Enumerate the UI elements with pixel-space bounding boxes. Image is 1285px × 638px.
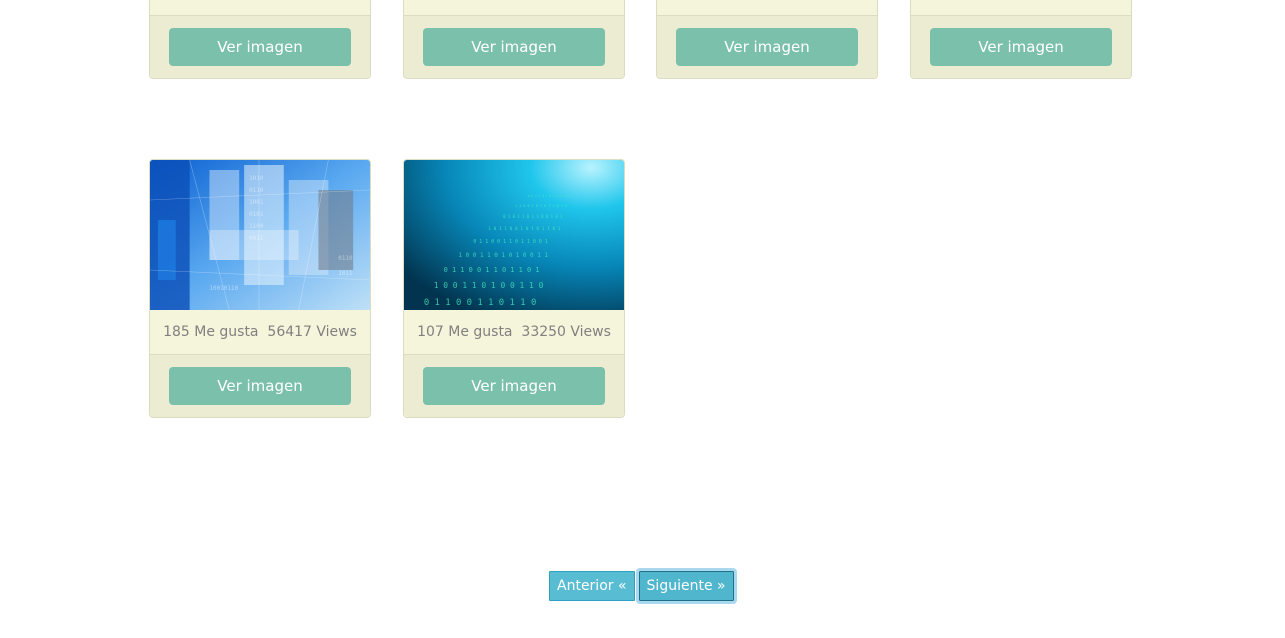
svg-text:1 0 0 1 1 0 1 0 0 1 1 0: 1 0 0 1 1 0 1 0 0 1 1 0: [434, 281, 544, 290]
view-image-button[interactable]: Ver imagen: [930, 28, 1112, 66]
svg-text:10010110: 10010110: [209, 285, 238, 292]
image-stats: 185 Me gusta 56417 Views: [150, 310, 370, 355]
pagination: Anterior « Siguiente »: [549, 568, 737, 604]
svg-text:0 0 1 1 0 1 0 1 0 1 1 0 0: 0 0 1 1 0 1 0 1 0 1 1 0 0: [528, 194, 573, 198]
card-footer: Ver imagen: [150, 16, 370, 78]
image-stats: 55 Me gusta 38157 Views: [404, 0, 624, 16]
view-image-button[interactable]: Ver imagen: [169, 367, 351, 405]
image-card: 216 Me gusta 75209 Views Ver imagen: [656, 0, 878, 79]
image-stats: 76 Me gusta 25030 Views: [911, 0, 1131, 16]
gallery-page: 71 Me gusta 28338 Views Ver imagen 55 Me…: [0, 0, 1285, 638]
image-stats: 107 Me gusta 33250 Views: [404, 310, 624, 355]
view-image-button[interactable]: Ver imagen: [423, 367, 605, 405]
svg-text:1100: 1100: [249, 223, 264, 230]
next-page-button[interactable]: Siguiente »: [635, 568, 737, 604]
image-stats: 216 Me gusta 75209 Views: [657, 0, 877, 16]
image-card: 76 Me gusta 25030 Views Ver imagen: [910, 0, 1132, 79]
svg-text:0110: 0110: [249, 187, 264, 194]
svg-text:1 1 0 0 1 0 1 0 1 1 0 1 0: 1 1 0 0 1 0 1 0 1 1 0 1 0: [515, 204, 567, 208]
svg-text:0110: 0110: [338, 255, 353, 262]
svg-text:1010: 1010: [249, 175, 264, 182]
svg-text:1011: 1011: [338, 270, 353, 277]
image-card: 1010 0110 1001 0101 1100 0011 0110 1011 100101…: [149, 159, 371, 418]
card-footer: Ver imagen: [911, 16, 1131, 78]
view-image-button[interactable]: Ver imagen: [676, 28, 858, 66]
card-footer: Ver imagen: [150, 355, 370, 417]
binary-code-thumbnail[interactable]: 0 1 1 0 0 1 1 0 1 1 0 1 0 0 1 1 0 1 0 0 …: [404, 160, 624, 310]
previous-page-button[interactable]: Anterior «: [549, 571, 635, 601]
card-footer: Ver imagen: [657, 16, 877, 78]
card-footer: Ver imagen: [404, 16, 624, 78]
svg-text:0011: 0011: [249, 235, 264, 242]
svg-text:1001: 1001: [249, 199, 264, 206]
svg-text:0 1 1 0 0 1 1 0 1 1 0: 0 1 1 0 0 1 1 0 1 1 0: [424, 298, 536, 308]
svg-text:0 1 0 1 1 0 1 1 0 0 1 0 1: 0 1 0 1 1 0 1 1 0 0 1 0 1: [503, 214, 563, 219]
svg-text:1 0 0 1 1 0 1 0 1 0 0 1 1: 1 0 0 1 1 0 1 0 1 0 0 1 1: [459, 252, 549, 259]
view-image-button[interactable]: Ver imagen: [423, 28, 605, 66]
view-image-button[interactable]: Ver imagen: [169, 28, 351, 66]
svg-text:0101: 0101: [249, 211, 264, 218]
svg-text:0 1 1 0 0 1 1 0 1 1 0 1: 0 1 1 0 0 1 1 0 1 1 0 1: [444, 266, 540, 274]
image-card: 55 Me gusta 38157 Views Ver imagen: [403, 0, 625, 79]
svg-text:0 1 1 0 0 1 1 0 1 1 0 0 1: 0 1 1 0 0 1 1 0 1 1 0 0 1: [473, 239, 547, 245]
svg-text:1 0 1 1 0 0 1 0 1 0 1 1 0 1: 1 0 1 1 0 0 1 0 1 0 1 1 0 1: [488, 226, 561, 232]
image-card: 0 1 1 0 0 1 1 0 1 1 0 1 0 0 1 1 0 1 0 0 …: [403, 159, 625, 418]
image-stats: 71 Me gusta 28338 Views: [150, 0, 370, 16]
image-card: 71 Me gusta 28338 Views Ver imagen: [149, 0, 371, 79]
card-footer: Ver imagen: [404, 355, 624, 417]
data-center-thumbnail[interactable]: 1010 0110 1001 0101 1100 0011 0110 1011 100101…: [150, 160, 370, 310]
